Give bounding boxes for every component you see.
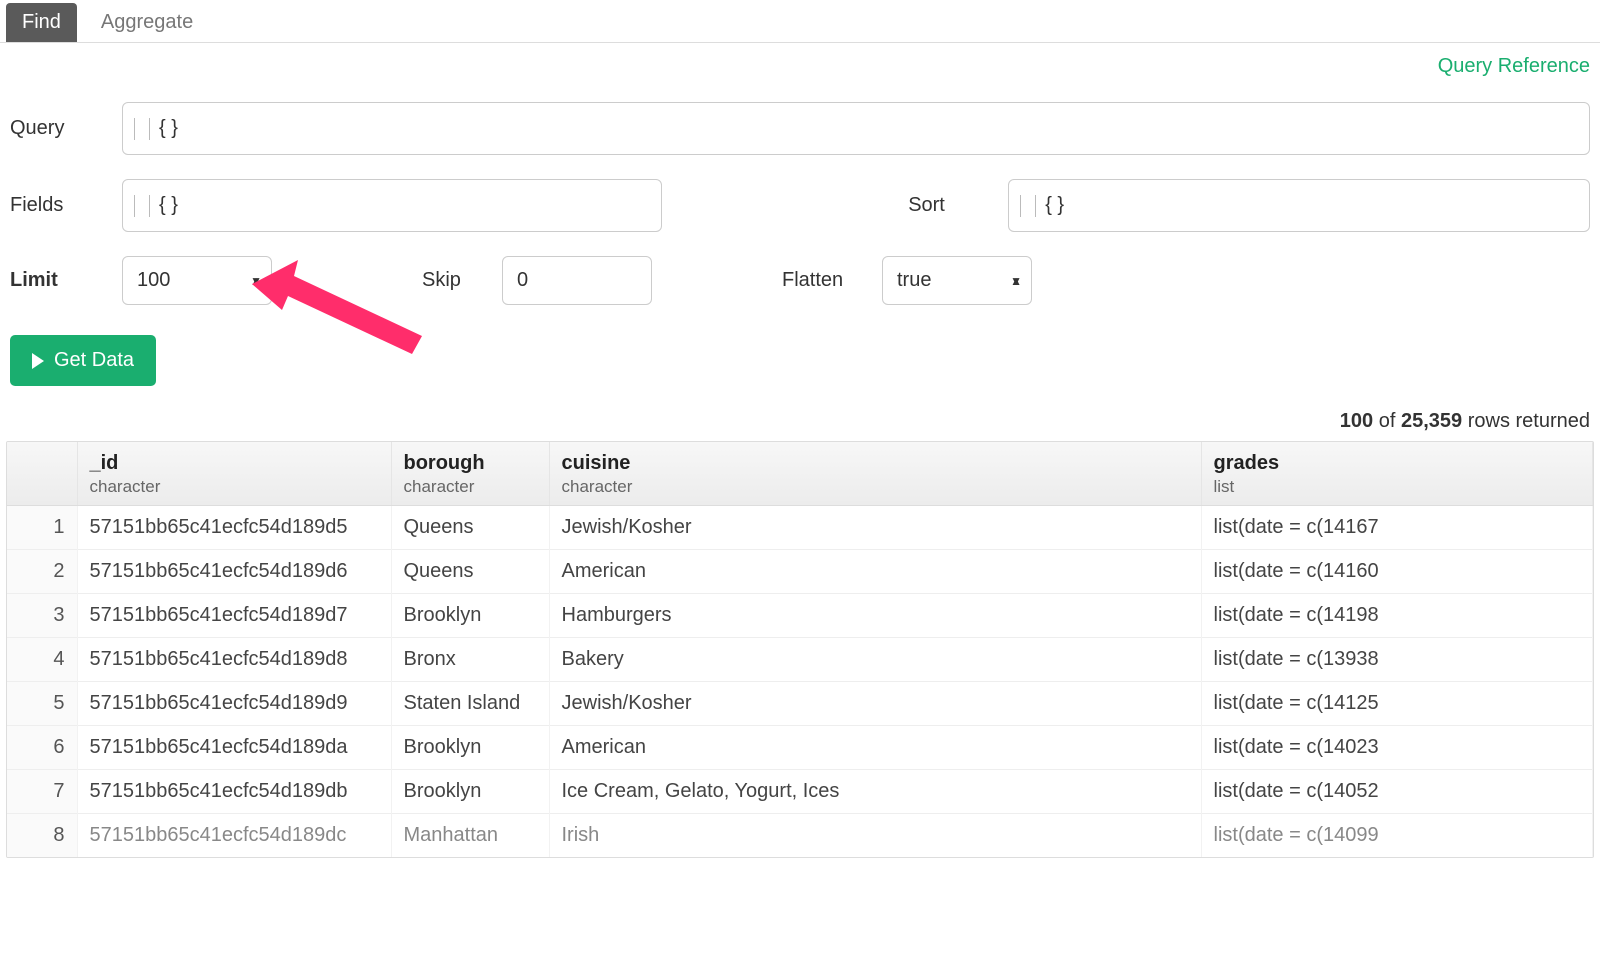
cell-cuisine: Bakery xyxy=(549,638,1201,682)
cell-cuisine: Irish xyxy=(549,814,1201,858)
table-row[interactable]: 857151bb65c41ecfc54d189dcManhattanIrishl… xyxy=(7,814,1593,858)
row-number: 5 xyxy=(7,682,77,726)
row-number: 3 xyxy=(7,594,77,638)
skip-input[interactable] xyxy=(502,256,652,305)
table-row[interactable]: 557151bb65c41ecfc54d189d9Staten IslandJe… xyxy=(7,682,1593,726)
label-skip: Skip xyxy=(422,269,502,292)
row-number: 6 xyxy=(7,726,77,770)
fields-input[interactable] xyxy=(122,179,662,232)
cell-id: 57151bb65c41ecfc54d189db xyxy=(77,770,391,814)
cell-cuisine: American xyxy=(549,726,1201,770)
cell-id: 57151bb65c41ecfc54d189d8 xyxy=(77,638,391,682)
table-row[interactable]: 457151bb65c41ecfc54d189d8BronxBakerylist… xyxy=(7,638,1593,682)
tab-find[interactable]: Find xyxy=(6,3,77,42)
cell-cuisine: Jewish/Kosher xyxy=(549,682,1201,726)
table-row[interactable]: 257151bb65c41ecfc54d189d6QueensAmericanl… xyxy=(7,550,1593,594)
cell-id: 57151bb65c41ecfc54d189d5 xyxy=(77,506,391,550)
label-flatten: Flatten xyxy=(782,269,882,292)
row-number: 1 xyxy=(7,506,77,550)
cell-borough: Queens xyxy=(391,550,549,594)
cell-id: 57151bb65c41ecfc54d189d9 xyxy=(77,682,391,726)
tab-bar: Find Aggregate xyxy=(0,0,1600,43)
cell-cuisine: Ice Cream, Gelato, Yogurt, Ices xyxy=(549,770,1201,814)
table-row[interactable]: 757151bb65c41ecfc54d189dbBrooklynIce Cre… xyxy=(7,770,1593,814)
table-row[interactable]: 157151bb65c41ecfc54d189d5QueensJewish/Ko… xyxy=(7,506,1593,550)
cell-grades: list(date = c(14167 xyxy=(1201,506,1593,550)
col-header-id[interactable]: _id character xyxy=(77,442,391,506)
cell-grades: list(date = c(14125 xyxy=(1201,682,1593,726)
tab-aggregate[interactable]: Aggregate xyxy=(85,3,209,42)
col-header-grades[interactable]: grades list xyxy=(1201,442,1593,506)
label-sort: Sort xyxy=(908,194,1008,217)
label-fields: Fields xyxy=(10,194,122,217)
cell-borough: Brooklyn xyxy=(391,594,549,638)
col-header-cuisine[interactable]: cuisine character xyxy=(549,442,1201,506)
query-input[interactable] xyxy=(122,102,1590,155)
cell-cuisine: American xyxy=(549,550,1201,594)
results-table: _id character borough character cuisine … xyxy=(6,441,1594,858)
query-reference-link[interactable]: Query Reference xyxy=(1438,55,1590,77)
cell-grades: list(date = c(14198 xyxy=(1201,594,1593,638)
cell-grades: list(date = c(14052 xyxy=(1201,770,1593,814)
cell-borough: Manhattan xyxy=(391,814,549,858)
label-query: Query xyxy=(10,117,122,140)
cell-borough: Staten Island xyxy=(391,682,549,726)
cell-borough: Queens xyxy=(391,506,549,550)
label-limit: Limit xyxy=(10,269,122,292)
flatten-select[interactable] xyxy=(882,256,1032,305)
cell-borough: Brooklyn xyxy=(391,726,549,770)
cell-cuisine: Hamburgers xyxy=(549,594,1201,638)
get-data-label: Get Data xyxy=(54,349,134,372)
row-number: 4 xyxy=(7,638,77,682)
cell-id: 57151bb65c41ecfc54d189da xyxy=(77,726,391,770)
cell-grades: list(date = c(14160 xyxy=(1201,550,1593,594)
limit-input[interactable] xyxy=(122,256,272,305)
rownum-header xyxy=(7,442,77,506)
cell-borough: Bronx xyxy=(391,638,549,682)
cell-id: 57151bb65c41ecfc54d189d6 xyxy=(77,550,391,594)
row-number: 7 xyxy=(7,770,77,814)
cell-cuisine: Jewish/Kosher xyxy=(549,506,1201,550)
cell-borough: Brooklyn xyxy=(391,770,549,814)
row-number: 8 xyxy=(7,814,77,858)
table-row[interactable]: 357151bb65c41ecfc54d189d7BrooklynHamburg… xyxy=(7,594,1593,638)
cell-id: 57151bb65c41ecfc54d189d7 xyxy=(77,594,391,638)
play-icon xyxy=(32,353,44,369)
table-row[interactable]: 657151bb65c41ecfc54d189daBrooklynAmerica… xyxy=(7,726,1593,770)
get-data-button[interactable]: Get Data xyxy=(10,335,156,386)
row-number: 2 xyxy=(7,550,77,594)
sort-input[interactable] xyxy=(1008,179,1590,232)
cell-grades: list(date = c(13938 xyxy=(1201,638,1593,682)
cell-id: 57151bb65c41ecfc54d189dc xyxy=(77,814,391,858)
status-text: 100 of 25,359 rows returned xyxy=(0,410,1600,439)
cell-grades: list(date = c(14099 xyxy=(1201,814,1593,858)
cell-grades: list(date = c(14023 xyxy=(1201,726,1593,770)
col-header-borough[interactable]: borough character xyxy=(391,442,549,506)
